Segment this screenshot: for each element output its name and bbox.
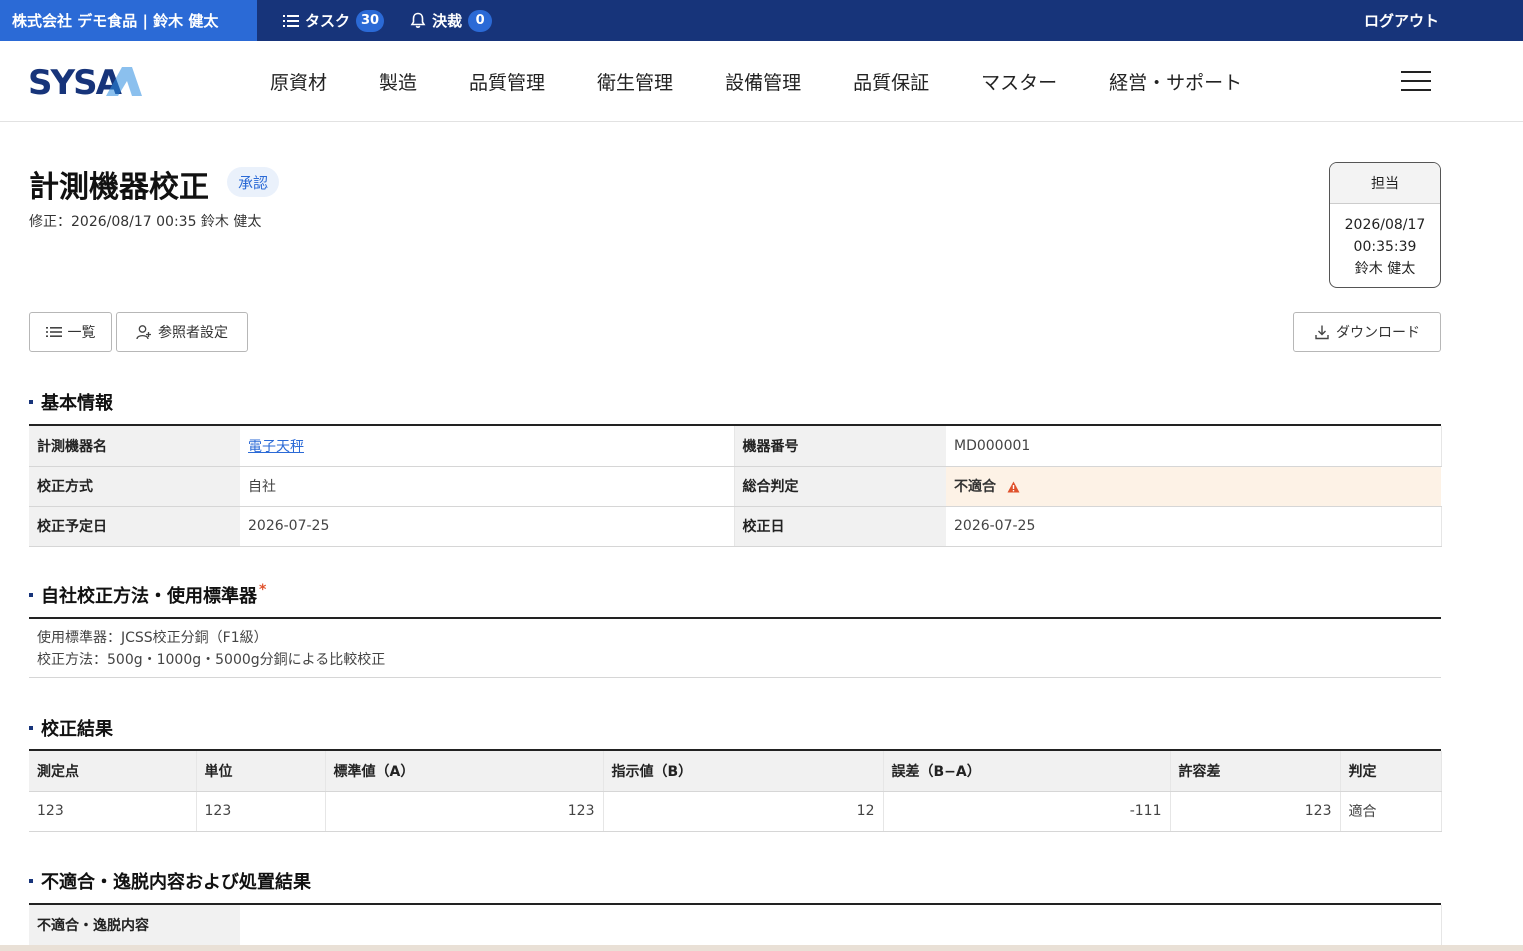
viewer-settings-label: 参照者設定 bbox=[158, 325, 228, 341]
hamburger-menu-icon[interactable] bbox=[1401, 71, 1431, 91]
main-nav: 原資材 製造 品質管理 衛生管理 設備管理 品質保証 マスター 経営・サポート bbox=[270, 41, 1294, 122]
assignee-card: 担当 2026/08/17 00:35:39 鈴木 健太 bbox=[1329, 162, 1441, 288]
assignee-time: 00:35:39 bbox=[1353, 239, 1417, 255]
bell-icon bbox=[410, 12, 426, 28]
results-heading: 校正結果 bbox=[29, 715, 113, 741]
logout-button[interactable]: ログアウト bbox=[1364, 0, 1439, 41]
nonconformity-title: 不適合・逸脱内容および処置結果 bbox=[41, 872, 311, 893]
status-badge: 承認 bbox=[227, 167, 280, 197]
cell-indicated: 12 bbox=[603, 791, 884, 832]
nonconformity-label: 不適合・逸脱内容 bbox=[29, 905, 240, 946]
download-label: ダウンロード bbox=[1336, 325, 1420, 341]
nav-item-quality-assurance[interactable]: 品質保証 bbox=[853, 68, 929, 95]
nav-item-management-support[interactable]: 経営・サポート bbox=[1109, 68, 1242, 95]
col-header-standard: 標準値（A） bbox=[325, 751, 604, 792]
instrument-number-value: MD000001 bbox=[946, 426, 1442, 467]
assignee-header: 担当 bbox=[1330, 163, 1440, 204]
cell-error: -111 bbox=[883, 791, 1171, 832]
method-line-2: 校正方法：500g・1000g・5000g分銅による比較校正 bbox=[37, 652, 386, 668]
overall-judgment-value: 不適合 bbox=[954, 479, 996, 495]
table-row: 校正予定日 2026-07-25 校正日 2026-07-25 bbox=[29, 506, 1442, 547]
cell-judgment: 適合 bbox=[1340, 791, 1442, 832]
nonconformity-heading: 不適合・逸脱内容および処置結果 bbox=[29, 868, 311, 894]
method-title: 自社校正方法・使用標準器 bbox=[41, 586, 257, 607]
col-header-error: 誤差（B−A） bbox=[883, 751, 1171, 792]
method-line-1: 使用標準器：JCSS校正分銅（F1級） bbox=[37, 630, 268, 646]
overall-judgment-label: 総合判定 bbox=[734, 466, 946, 507]
download-button[interactable]: ダウンロード bbox=[1293, 312, 1441, 352]
method-text: 使用標準器：JCSS校正分銅（F1級） 校正方法：500g・1000g・5000… bbox=[29, 619, 1441, 678]
basic-info-table: 計測機器名 電子天秤 機器番号 MD000001 校正方式 自社 総合判定 不適… bbox=[29, 426, 1442, 547]
approvals-count-badge: 0 bbox=[468, 9, 493, 32]
nav-item-equipment[interactable]: 設備管理 bbox=[725, 68, 801, 95]
nav-item-hygiene[interactable]: 衛生管理 bbox=[597, 68, 673, 95]
cell-tolerance: 123 bbox=[1170, 791, 1341, 832]
cell-standard: 123 bbox=[325, 791, 604, 832]
scheduled-date-value: 2026-07-25 bbox=[240, 506, 735, 547]
table-header-row: 測定点 単位 標準値（A） 指示値（B） 誤差（B−A） 許容差 判定 bbox=[29, 751, 1442, 792]
table-row: 校正方式 自社 総合判定 不適合 bbox=[29, 466, 1441, 507]
col-header-tolerance: 許容差 bbox=[1170, 751, 1341, 792]
nav-item-quality-control[interactable]: 品質管理 bbox=[469, 68, 545, 95]
tasks-label: タスク bbox=[305, 12, 351, 30]
col-header-point: 測定点 bbox=[29, 751, 197, 792]
nav-item-manufacturing[interactable]: 製造 bbox=[379, 68, 417, 95]
basic-info-heading: 基本情報 bbox=[29, 389, 113, 415]
approvals-label: 決裁 bbox=[432, 12, 463, 30]
col-header-judgment: 判定 bbox=[1340, 751, 1442, 792]
company-user-label: 株式会社 デモ食品 | 鈴木 健太 bbox=[0, 0, 257, 41]
method-heading: 自社校正方法・使用標準器 * bbox=[29, 582, 266, 608]
instrument-name-label: 計測機器名 bbox=[29, 426, 240, 467]
calibration-date-label: 校正日 bbox=[734, 506, 946, 547]
modified-info: 修正：2026/08/17 00:35 鈴木 健太 bbox=[29, 214, 262, 230]
download-icon bbox=[1315, 325, 1329, 340]
table-row: 不適合・逸脱内容 bbox=[29, 905, 1442, 946]
sysa-logo[interactable]: SYSA bbox=[28, 63, 144, 99]
col-header-indicated: 指示値（B） bbox=[603, 751, 884, 792]
basic-info-title: 基本情報 bbox=[41, 393, 113, 414]
list-button[interactable]: 一覧 bbox=[29, 312, 112, 352]
list-button-label: 一覧 bbox=[67, 325, 96, 341]
assignee-date: 2026/08/17 bbox=[1344, 217, 1426, 233]
bottom-strip bbox=[0, 945, 1523, 951]
approvals-link[interactable]: 決裁 0 bbox=[410, 9, 493, 32]
instrument-name-link[interactable]: 電子天秤 bbox=[248, 439, 304, 455]
viewer-settings-button[interactable]: 参照者設定 bbox=[116, 312, 248, 352]
scheduled-date-label: 校正予定日 bbox=[29, 506, 240, 547]
page-title: 計測機器校正 bbox=[29, 170, 209, 205]
col-header-unit: 単位 bbox=[196, 751, 326, 792]
calibration-date-value: 2026-07-25 bbox=[946, 506, 1442, 547]
results-title: 校正結果 bbox=[41, 719, 113, 740]
tasks-count-badge: 30 bbox=[356, 9, 385, 32]
cell-unit: 123 bbox=[196, 791, 326, 832]
tasks-link[interactable]: タスク 30 bbox=[283, 9, 385, 32]
list-icon bbox=[45, 327, 62, 337]
nav-item-master[interactable]: マスター bbox=[981, 68, 1057, 95]
table-row: 123 123 123 12 -111 123 適合 bbox=[29, 791, 1442, 832]
nonconformity-value bbox=[240, 905, 1442, 946]
nav-item-raw-materials[interactable]: 原資材 bbox=[270, 68, 327, 95]
add-user-icon bbox=[136, 325, 151, 340]
assignee-name: 鈴木 健太 bbox=[1354, 261, 1416, 277]
required-mark: * bbox=[259, 582, 267, 598]
top-bar: 株式会社 デモ食品 | 鈴木 健太 タスク 30 決裁 0 ログアウト bbox=[0, 0, 1523, 41]
main-header: SYSA 原資材 製造 品質管理 衛生管理 設備管理 品質保証 マスター 経営・… bbox=[0, 41, 1523, 122]
cell-point: 123 bbox=[29, 791, 197, 832]
calibration-type-label: 校正方式 bbox=[29, 466, 240, 507]
warning-icon bbox=[1007, 481, 1020, 493]
results-table: 測定点 単位 標準値（A） 指示値（B） 誤差（B−A） 許容差 判定 123 … bbox=[29, 751, 1442, 832]
instrument-number-label: 機器番号 bbox=[734, 426, 946, 467]
calibration-type-value: 自社 bbox=[240, 466, 735, 507]
list-icon bbox=[283, 14, 299, 27]
table-row: 計測機器名 電子天秤 機器番号 MD000001 bbox=[29, 426, 1442, 467]
nonconformity-table: 不適合・逸脱内容 bbox=[29, 905, 1442, 946]
overall-judgment-cell: 不適合 bbox=[946, 466, 1441, 507]
